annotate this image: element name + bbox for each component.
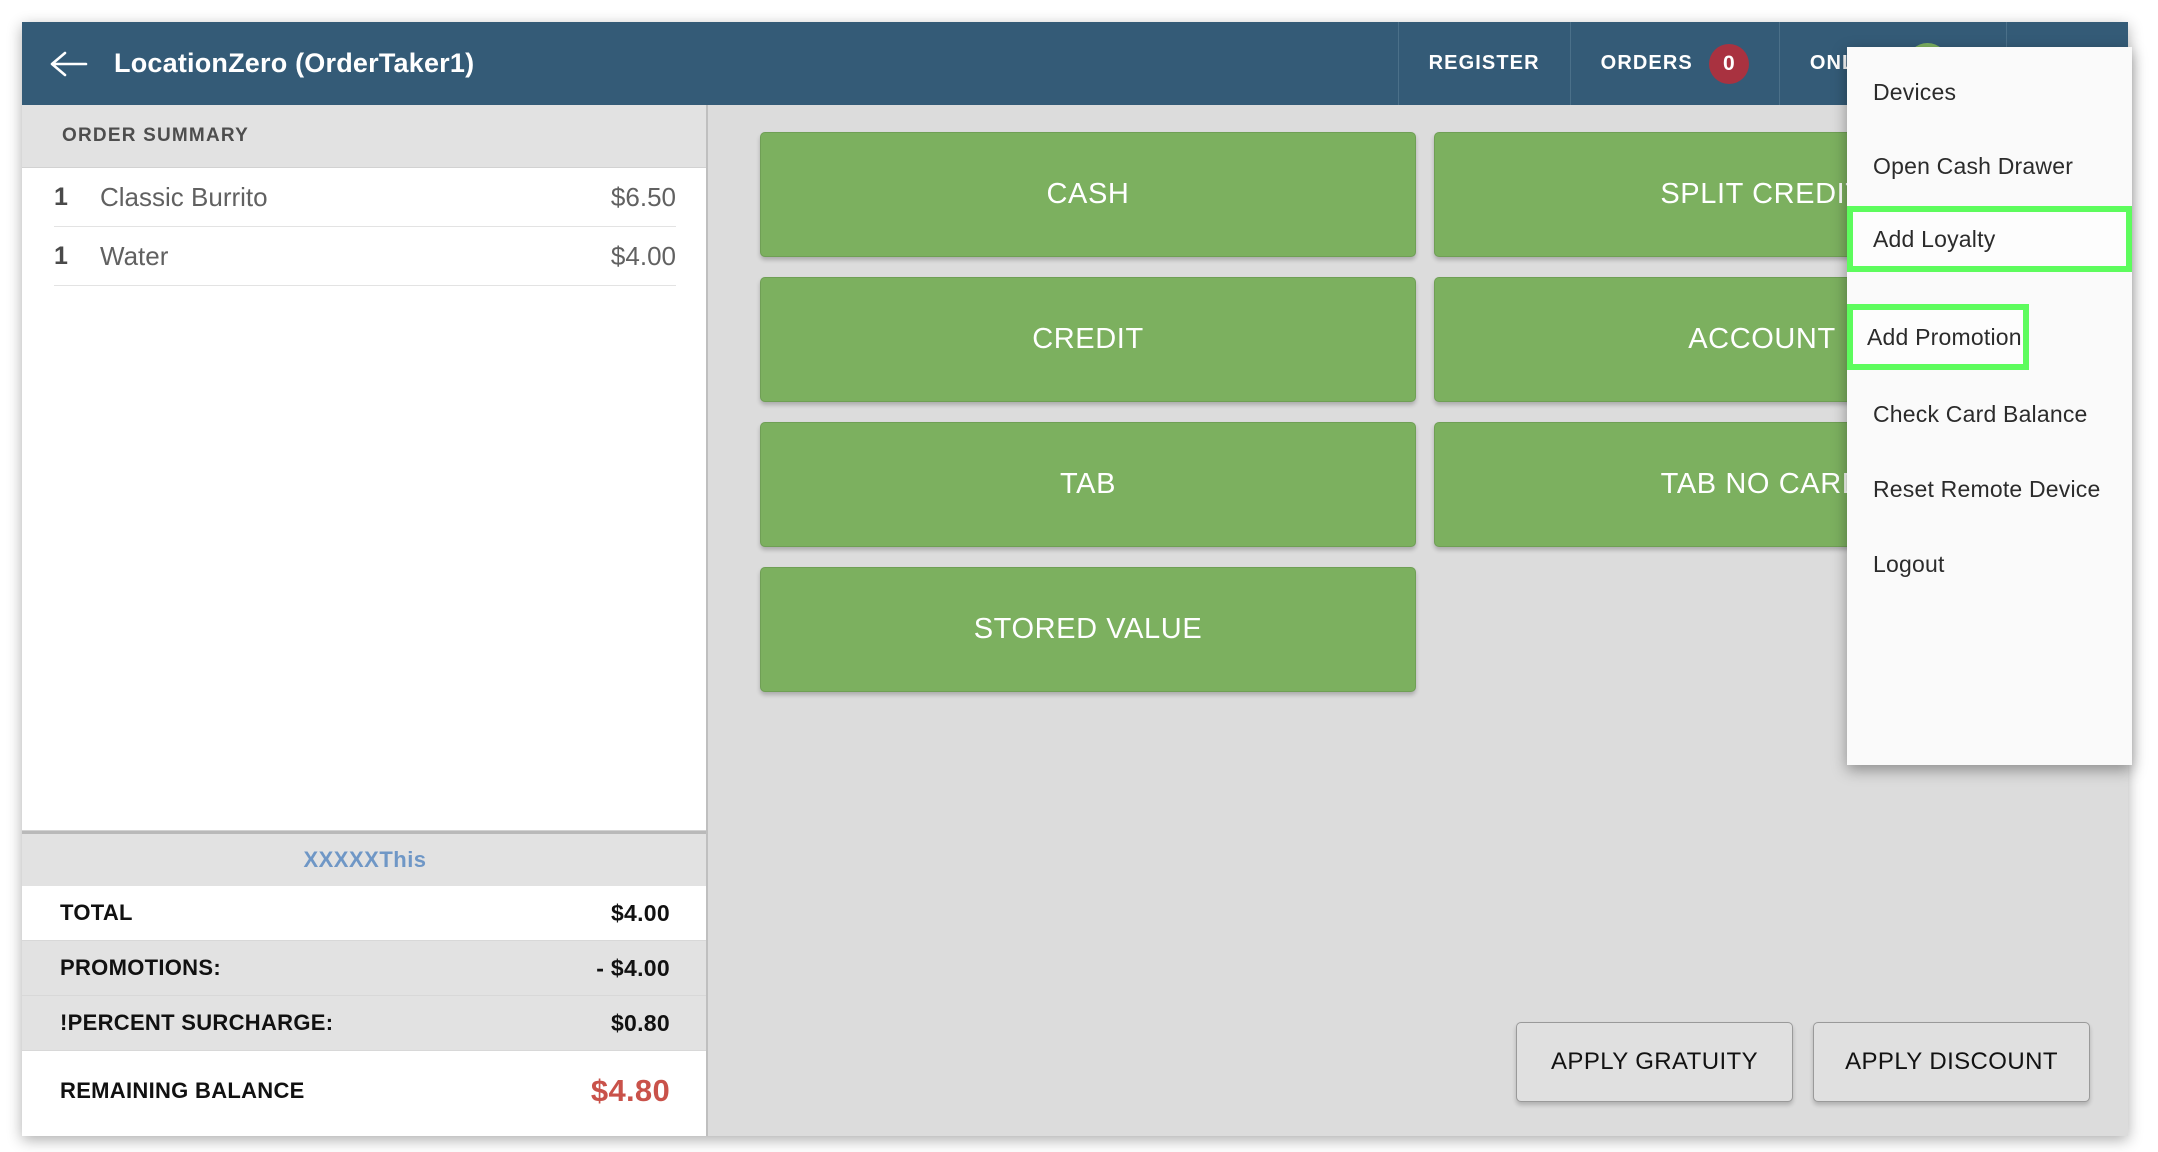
order-item-row[interactable]: 1 Classic Burrito $6.50 [54, 168, 676, 227]
menu-item-open-cash-drawer[interactable]: Open Cash Drawer [1847, 133, 2132, 199]
register-label: REGISTER [1428, 52, 1540, 74]
page-title: LocationZero (OrderTaker1) [114, 48, 475, 78]
tab-orders[interactable]: ORDERS 0 [1569, 22, 1779, 105]
total-label: TOTAL [60, 900, 133, 925]
item-price: $4.00 [610, 240, 676, 271]
order-reference-link[interactable]: XXXXXThis [22, 831, 708, 886]
bottom-action-bar: APPLY GRATUITY APPLY DISCOUNT [1516, 1022, 2090, 1102]
item-price: $6.50 [610, 181, 676, 212]
payment-button-tab[interactable]: TAB [760, 422, 1416, 547]
remaining-balance-value: $4.80 [590, 1073, 670, 1108]
item-quantity: 1 [54, 182, 68, 211]
back-button[interactable] [22, 22, 114, 105]
arrow-left-icon [50, 51, 88, 76]
surcharge-value: $0.80 [610, 1009, 670, 1036]
order-items-list[interactable]: 1 Classic Burrito $6.50 1 Water $4.00 [22, 167, 708, 831]
order-summary-title: ORDER SUMMARY [22, 105, 708, 167]
menu-item-devices[interactable]: Devices [1847, 59, 2132, 125]
promotions-value: - $4.00 [596, 954, 670, 981]
surcharge-label: !PERCENT SURCHARGE: [60, 1010, 334, 1035]
total-row-promotions: PROMOTIONS: - $4.00 [22, 941, 708, 996]
promotions-label: PROMOTIONS: [60, 955, 221, 980]
pos-app-window: LocationZero (OrderTaker1) REGISTER ORDE… [22, 22, 2132, 1136]
apply-gratuity-button[interactable]: APPLY GRATUITY [1516, 1022, 1793, 1102]
orders-count-badge: 0 [1708, 43, 1749, 84]
item-name: Water [100, 240, 169, 271]
menu-item-add-promotion[interactable]: Add Promotion [1847, 304, 2029, 370]
menu-item-reset-remote-device[interactable]: Reset Remote Device [1847, 456, 2132, 522]
order-item-row[interactable]: 1 Water $4.00 [54, 227, 676, 286]
payment-button-stored-value[interactable]: STORED VALUE [760, 567, 1416, 692]
menu-item-check-card-balance[interactable]: Check Card Balance [1847, 381, 2132, 447]
total-row-total: TOTAL $4.00 [22, 886, 708, 941]
item-quantity: 1 [54, 241, 68, 270]
menu-item-add-loyalty[interactable]: Add Loyalty [1847, 206, 2132, 272]
menu-item-logout[interactable]: Logout [1847, 531, 2132, 597]
overflow-dropdown-menu: Devices Open Cash Drawer Add Loyalty Add… [1847, 47, 2132, 765]
total-row-remaining-balance: REMAINING BALANCE $4.80 [22, 1051, 708, 1131]
item-name: Classic Burrito [100, 181, 268, 212]
total-row-surcharge: !PERCENT SURCHARGE: $0.80 [22, 996, 708, 1051]
orders-label: ORDERS [1600, 52, 1693, 74]
tab-register[interactable]: REGISTER [1397, 22, 1570, 105]
remaining-balance-label: REMAINING BALANCE [60, 1078, 305, 1103]
total-value: $4.00 [610, 899, 670, 926]
app-header: LocationZero (OrderTaker1) REGISTER ORDE… [22, 22, 2128, 105]
payment-button-credit[interactable]: CREDIT [760, 277, 1416, 402]
payment-button-cash[interactable]: CASH [760, 132, 1416, 257]
order-summary-sidebar: ORDER SUMMARY 1 Classic Burrito $6.50 1 … [22, 105, 708, 1136]
apply-discount-button[interactable]: APPLY DISCOUNT [1813, 1022, 2090, 1102]
